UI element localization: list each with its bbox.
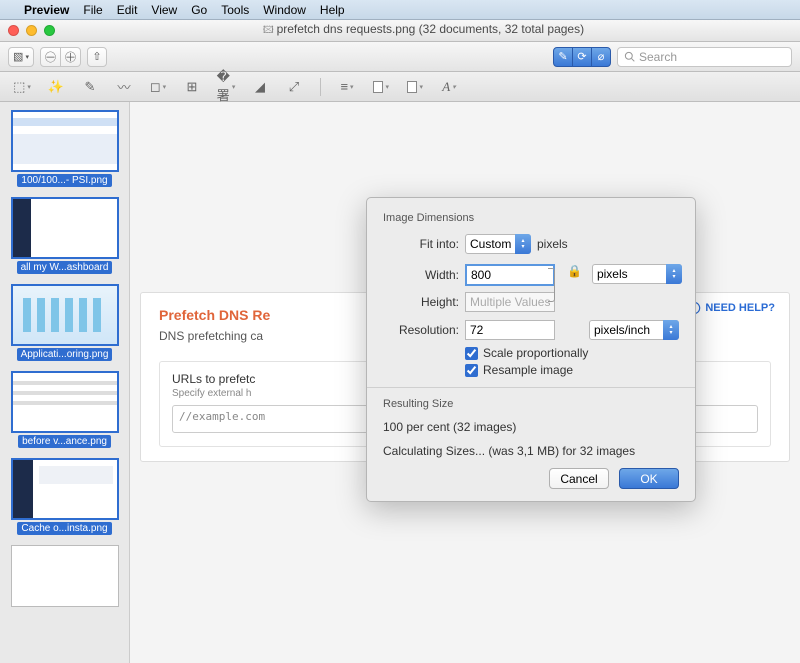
resample-checkbox-input[interactable] — [465, 364, 478, 377]
text-icon[interactable]: ⊞ — [184, 79, 200, 95]
cancel-button[interactable]: Cancel — [549, 468, 609, 489]
width-input[interactable] — [465, 264, 555, 286]
thumbnail-label: 100/100...- PSI.png — [17, 174, 111, 187]
fit-into-label: Fit into: — [383, 237, 459, 251]
height-input[interactable] — [465, 292, 555, 312]
menubar: Preview File Edit View Go Tools Window H… — [0, 0, 800, 20]
highlight-button[interactable]: ✎ — [553, 47, 573, 67]
lock-icon[interactable]: 🔒 — [567, 264, 582, 278]
content-area: ? NEED HELP? Prefetch DNS Re DNS prefetc… — [130, 102, 800, 663]
stroke-color-icon[interactable] — [373, 79, 389, 95]
ok-button[interactable]: OK — [619, 468, 679, 489]
select-stepper-icon: ▴▾ — [666, 264, 682, 284]
need-help-link[interactable]: ? NEED HELP? — [687, 301, 775, 315]
thumbnail-item[interactable]: Cache o...insta.png — [6, 458, 123, 535]
search-placeholder: Search — [639, 50, 677, 64]
menu-view[interactable]: View — [151, 3, 177, 17]
dialog-section-dimensions: Image Dimensions — [383, 212, 679, 224]
window-titlebar: prefetch dns requests.png (32 documents,… — [0, 20, 800, 42]
select-stepper-icon: ▴▾ — [515, 234, 531, 254]
menu-help[interactable]: Help — [320, 3, 345, 17]
menu-window[interactable]: Window — [263, 3, 306, 17]
height-label: Height: — [383, 295, 459, 309]
share-button[interactable]: ⇧ — [87, 47, 107, 67]
result-calc: Calculating Sizes... (was 3,1 MB) for 32… — [383, 444, 679, 458]
wh-unit-select[interactable]: pixels ▴▾ — [592, 264, 682, 284]
menu-edit[interactable]: Edit — [117, 3, 138, 17]
draw-icon[interactable]: ✎ — [82, 79, 98, 95]
selection-tool-icon[interactable]: ⬚ — [14, 79, 30, 95]
resample-image-checkbox[interactable]: Resample image — [465, 363, 679, 377]
dialog-section-result: Resulting Size — [383, 398, 679, 410]
close-window-button[interactable] — [8, 25, 19, 36]
font-style-icon[interactable]: A — [441, 79, 457, 95]
minimize-window-button[interactable] — [26, 25, 37, 36]
markup-button[interactable]: ⌀ — [591, 47, 611, 67]
menu-tools[interactable]: Tools — [221, 3, 249, 17]
adjust-size-dialog: Image Dimensions Fit into: Custom ▴▾ pix… — [366, 197, 696, 502]
zoom-window-button[interactable] — [44, 25, 55, 36]
window-title: prefetch dns requests.png (32 documents,… — [55, 22, 792, 40]
view-mode-button[interactable]: ▧ ▾ — [8, 47, 34, 67]
thumbnail-sidebar[interactable]: 100/100...- PSI.png all my W...ashboard … — [0, 102, 130, 663]
thumbnail-item[interactable]: before v...ance.png — [6, 371, 123, 448]
menu-file[interactable]: File — [83, 3, 102, 17]
scale-proportionally-checkbox[interactable]: Scale proportionally — [465, 346, 679, 360]
shapes-icon[interactable]: ◻ — [150, 79, 166, 95]
zoom-out-button[interactable]: －⃝ — [40, 47, 61, 67]
toolbar-divider — [320, 78, 321, 96]
zoom-group: －⃝ ＋⃝ — [40, 47, 81, 67]
sketch-icon[interactable]: 〰 — [116, 79, 132, 95]
main-toolbar: ▧ ▾ －⃝ ＋⃝ ⇧ ✎ ⟳ ⌀ Search — [0, 42, 800, 72]
resolution-label: Resolution: — [383, 323, 459, 337]
thumbnail-item[interactable]: Applicati...oring.png — [6, 284, 123, 361]
menu-go[interactable]: Go — [191, 3, 207, 17]
workspace: 100/100...- PSI.png all my W...ashboard … — [0, 102, 800, 663]
annotation-toggle-group: ✎ ⟳ ⌀ — [553, 47, 611, 67]
thumbnail-item[interactable]: 100/100...- PSI.png — [6, 110, 123, 187]
app-name[interactable]: Preview — [24, 3, 69, 17]
result-percent: 100 per cent (32 images) — [383, 420, 679, 434]
thumbnail-label — [61, 609, 69, 611]
search-input[interactable]: Search — [617, 47, 792, 67]
thumbnail-label: Applicati...oring.png — [17, 348, 113, 361]
fill-color-icon[interactable] — [407, 79, 423, 95]
adjust-size-icon[interactable]: ⤢ — [286, 79, 302, 95]
line-weight-icon[interactable]: ≡ — [339, 79, 355, 95]
select-stepper-icon: ▴▾ — [663, 320, 679, 340]
fit-into-unit: pixels — [537, 237, 568, 251]
thumbnail-label: Cache o...insta.png — [17, 522, 111, 535]
scale-checkbox-input[interactable] — [465, 347, 478, 360]
thumbnail-label: before v...ance.png — [18, 435, 111, 448]
fit-into-select[interactable]: Custom ▴▾ — [465, 234, 531, 254]
width-label: Width: — [383, 268, 459, 282]
resolution-unit-select[interactable]: pixels/inch ▴▾ — [589, 320, 679, 340]
zoom-in-button[interactable]: ＋⃝ — [60, 47, 81, 67]
adjust-color-icon[interactable]: ◢ — [252, 79, 268, 95]
search-icon — [624, 51, 635, 62]
window-controls — [8, 25, 55, 36]
instant-alpha-icon[interactable]: ✨ — [48, 79, 64, 95]
resample-checkbox-label: Resample image — [483, 363, 573, 377]
thumbnail-label: all my W...ashboard — [17, 261, 113, 274]
markup-toolbar: ⬚ ✨ ✎ 〰 ◻ ⊞ �署 ◢ ⤢ ≡ A — [0, 72, 800, 102]
resolution-input[interactable] — [465, 320, 555, 340]
scale-checkbox-label: Scale proportionally — [483, 346, 588, 360]
sign-icon[interactable]: �署 — [218, 79, 234, 95]
thumbnail-item[interactable] — [6, 545, 123, 611]
rotate-button[interactable]: ⟳ — [572, 47, 592, 67]
thumbnail-item[interactable]: all my W...ashboard — [6, 197, 123, 274]
